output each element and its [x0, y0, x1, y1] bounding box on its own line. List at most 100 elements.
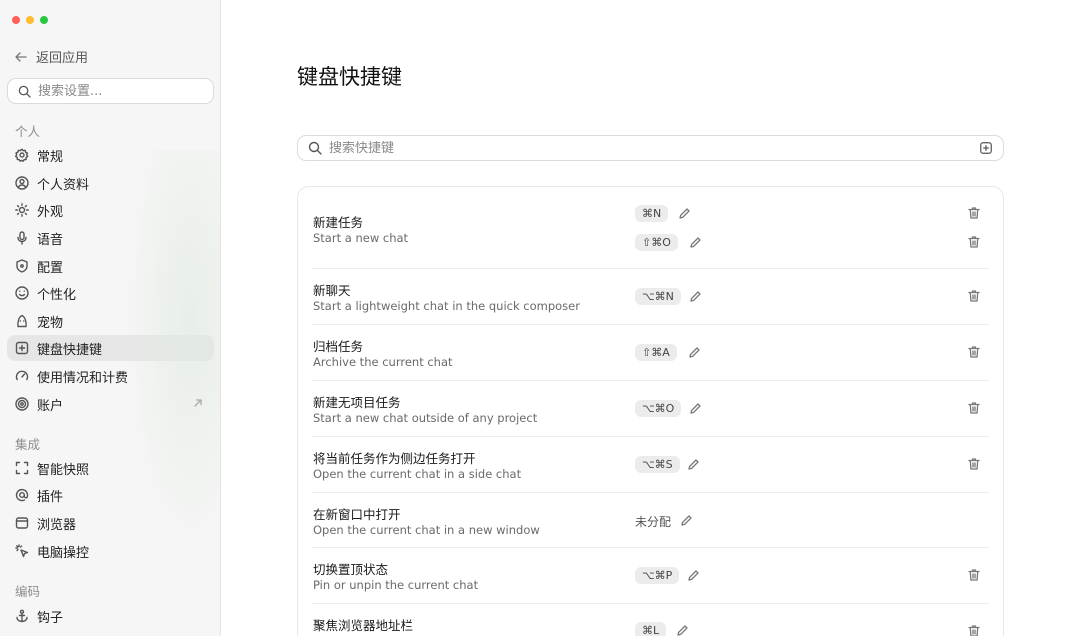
- section-label-integrations: 集成: [15, 437, 41, 452]
- trash-icon[interactable]: [967, 457, 981, 471]
- section-label-coding: 编码: [15, 584, 41, 599]
- table-row: 将当前任务作为侧边任务打开 Open the current chat in a…: [312, 437, 989, 493]
- trash-icon[interactable]: [967, 345, 981, 359]
- zoom-window-button[interactable]: [40, 16, 48, 24]
- shortcut-key[interactable]: ⌘L: [635, 622, 667, 636]
- keyboard-plus-icon: [15, 341, 29, 355]
- sidebar-item-label: 智能快照: [37, 462, 90, 478]
- sidebar-item-label: 钩子: [37, 610, 64, 626]
- sidebar-item-label: 常规: [37, 149, 64, 165]
- sidebar-item-appearance[interactable]: 外观: [7, 197, 214, 223]
- settings-search[interactable]: [7, 78, 214, 104]
- shortcut-key[interactable]: ⇧⌘O: [635, 234, 678, 251]
- trash-icon[interactable]: [967, 206, 981, 220]
- pencil-icon[interactable]: [680, 514, 693, 527]
- pencil-icon[interactable]: [678, 207, 691, 220]
- pencil-icon[interactable]: [688, 346, 701, 359]
- sidebar-item-browser[interactable]: 浏览器: [7, 510, 214, 536]
- sidebar-item-config[interactable]: 配置: [7, 253, 214, 279]
- sidebar-item-label: 插件: [37, 489, 64, 505]
- account-icon: [15, 397, 29, 411]
- minimize-window-button[interactable]: [26, 16, 34, 24]
- shortcut-key[interactable]: ⌥⌘O: [635, 400, 682, 417]
- arrow-left-icon: [15, 51, 27, 62]
- table-row: 聚焦浏览器地址栏 ⌘L: [312, 604, 989, 636]
- sidebar-item-label: 浏览器: [37, 517, 77, 533]
- pencil-icon[interactable]: [689, 236, 702, 249]
- sidebar-item-smart-snapshot[interactable]: 智能快照: [7, 455, 214, 481]
- settings-search-input[interactable]: [38, 83, 198, 99]
- pencil-icon[interactable]: [689, 290, 702, 303]
- main-panel: 键盘快捷键 新建任务 Start a new chat ⌘N ⇧⌘O 新聊天 S…: [221, 0, 1080, 636]
- table-row: 新建无项目任务 Start a new chat outside of any …: [312, 381, 989, 437]
- trash-icon[interactable]: [967, 401, 981, 415]
- sidebar-item-label: 账户: [37, 398, 64, 414]
- shortcut-name: 归档任务: [313, 339, 364, 354]
- screenshot-icon: [15, 461, 29, 475]
- pencil-icon[interactable]: [689, 402, 702, 415]
- shortcut-key[interactable]: ⌥⌘S: [635, 456, 680, 473]
- gauge-icon: [15, 370, 29, 381]
- sidebar-item-computer-control[interactable]: 电脑操控: [7, 538, 214, 564]
- unassigned-label: 未分配: [635, 515, 672, 529]
- shortcut-name: 新建任务: [313, 215, 364, 230]
- shortcut-search[interactable]: [297, 135, 1004, 161]
- section-label-personal: 个人: [15, 124, 41, 139]
- sidebar-item-label: 个性化: [37, 287, 77, 303]
- shortcut-description: Start a lightweight chat in the quick co…: [313, 299, 580, 313]
- back-to-app-link[interactable]: 返回应用: [14, 47, 88, 66]
- table-row: 新建任务 Start a new chat ⌘N ⇧⌘O: [312, 187, 989, 269]
- sidebar-item-label: 键盘快捷键: [37, 342, 103, 358]
- at-sign-icon: [15, 488, 29, 502]
- trash-icon[interactable]: [967, 235, 981, 249]
- back-label: 返回应用: [36, 51, 89, 66]
- microphone-icon: [17, 231, 27, 245]
- pencil-icon[interactable]: [687, 569, 700, 582]
- table-row: 在新窗口中打开 Open the current chat in a new w…: [312, 493, 989, 548]
- sidebar: 返回应用 个人 常规 个人资料 外观 语音 配置 个性化 宠物 键盘快捷键 使用…: [0, 0, 221, 636]
- shortcut-description: Open the current chat in a side chat: [313, 467, 522, 481]
- shortcuts-list: 新建任务 Start a new chat ⌘N ⇧⌘O 新聊天 Start a…: [297, 186, 1004, 636]
- pencil-icon[interactable]: [676, 624, 689, 636]
- shortcut-key[interactable]: ⌥⌘N: [635, 288, 681, 305]
- sidebar-item-profile[interactable]: 个人资料: [7, 170, 214, 196]
- pet-icon: [17, 314, 27, 328]
- shortcut-description: Archive the current chat: [313, 355, 453, 369]
- pencil-icon[interactable]: [687, 458, 700, 471]
- shortcut-search-input[interactable]: [329, 140, 972, 156]
- shortcut-description: Open the current chat in a new window: [313, 523, 540, 537]
- sidebar-item-label: 宠物: [37, 315, 64, 331]
- external-link-icon: [194, 399, 202, 407]
- add-shortcut-button[interactable]: [979, 141, 993, 155]
- shortcut-key[interactable]: ⌥⌘P: [635, 567, 680, 584]
- shortcut-key[interactable]: ⇧⌘A: [635, 344, 677, 361]
- sidebar-item-usage[interactable]: 使用情况和计费: [7, 363, 214, 389]
- close-window-button[interactable]: [12, 16, 20, 24]
- sidebar-item-personalization[interactable]: 个性化: [7, 280, 214, 306]
- shortcut-description: Start a new chat outside of any project: [313, 411, 538, 425]
- shortcut-name: 切换置顶状态: [313, 562, 389, 577]
- sidebar-item-label: 语音: [37, 232, 64, 248]
- sidebar-item-label: 使用情况和计费: [37, 370, 129, 386]
- shortcut-key[interactable]: ⌘N: [635, 205, 669, 222]
- trash-icon[interactable]: [967, 568, 981, 582]
- shortcut-name: 新聊天: [313, 283, 351, 298]
- sidebar-item-shortcuts[interactable]: 键盘快捷键: [7, 335, 214, 361]
- browser-icon: [15, 517, 29, 529]
- table-row: 新聊天 Start a lightweight chat in the quic…: [312, 269, 989, 325]
- sidebar-item-label: 配置: [37, 260, 64, 276]
- user-circle-icon: [15, 176, 29, 190]
- trash-icon[interactable]: [967, 289, 981, 303]
- sidebar-item-general[interactable]: 常规: [7, 142, 214, 168]
- anchor-icon: [16, 609, 28, 623]
- trash-icon[interactable]: [967, 624, 981, 636]
- sidebar-item-account[interactable]: 账户: [7, 391, 214, 417]
- sidebar-item-plugins[interactable]: 插件: [7, 482, 214, 508]
- cursor-click-icon: [15, 544, 29, 558]
- sidebar-item-pet[interactable]: 宠物: [7, 308, 214, 334]
- sidebar-item-hooks[interactable]: 钩子: [7, 603, 214, 629]
- page-title: 键盘快捷键: [297, 65, 402, 89]
- sidebar-item-voice[interactable]: 语音: [7, 225, 214, 251]
- shortcut-description: Pin or unpin the current chat: [313, 578, 479, 592]
- shortcut-name: 聚焦浏览器地址栏: [313, 618, 414, 633]
